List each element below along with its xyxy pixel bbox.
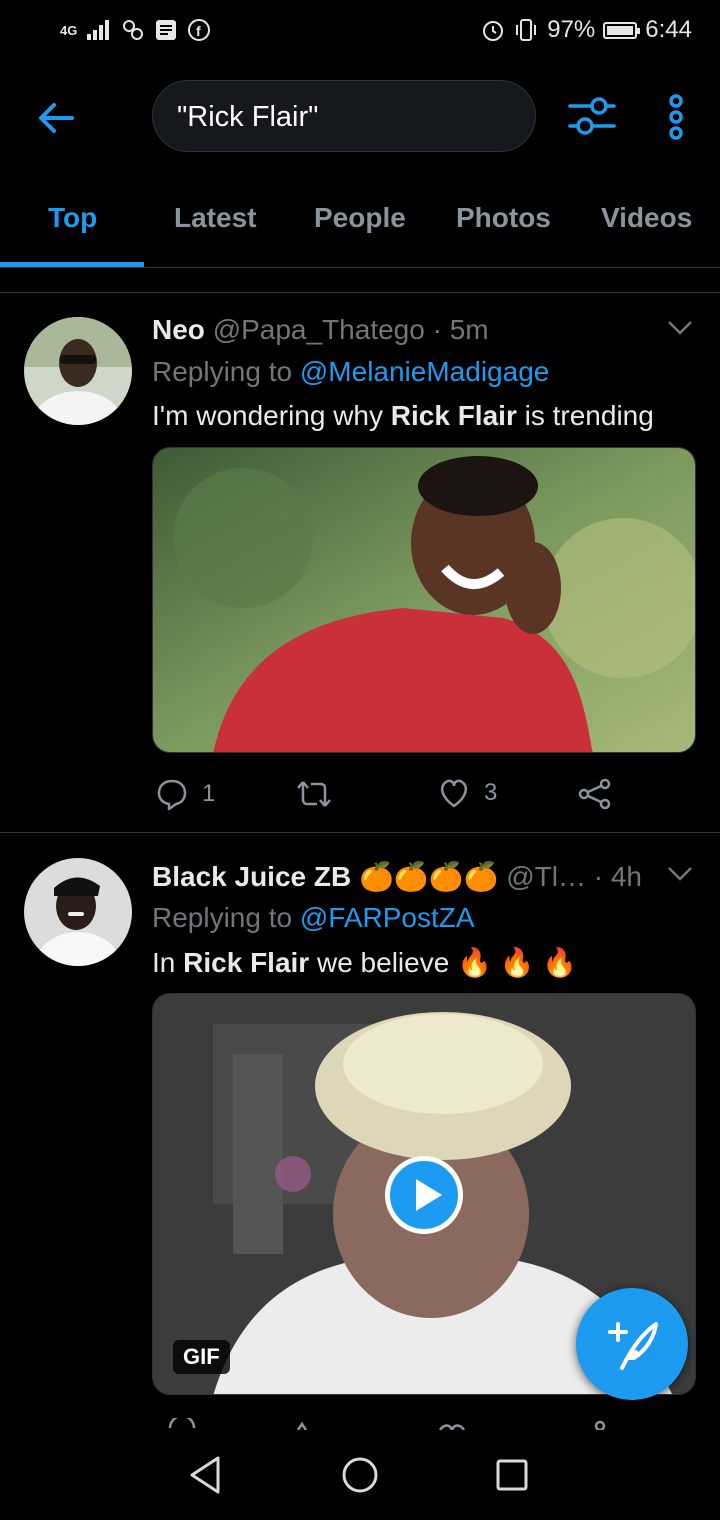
tweet-text-highlight: Rick Flair — [183, 947, 310, 978]
reply-button[interactable]: 1 — [156, 778, 215, 810]
tweet-text-end: is trending — [524, 400, 654, 431]
reply-handle-link[interactable]: @MelanieMadigage — [300, 356, 549, 387]
section-divider — [0, 292, 720, 293]
battery-percent: 97% — [547, 16, 596, 43]
share-icon — [578, 778, 611, 810]
reply-count: 1 — [202, 780, 216, 807]
user-handle[interactable]: @Tl… — [506, 861, 586, 892]
tab-latest[interactable]: Latest — [174, 202, 256, 234]
nav-back-icon[interactable] — [184, 1452, 230, 1498]
system-nav-bar — [0, 1430, 720, 1520]
status-bar: 4G f 97% 6:44 — [0, 0, 720, 60]
compose-tweet-button[interactable] — [576, 1288, 688, 1400]
search-input[interactable] — [177, 99, 507, 135]
gif-badge: GIF — [173, 1340, 230, 1374]
tab-top[interactable]: Top — [48, 202, 97, 234]
chevron-down-icon[interactable] — [666, 864, 694, 884]
like-button[interactable]: 3 — [438, 778, 497, 808]
battery-icon — [603, 21, 641, 39]
search-bar[interactable] — [152, 80, 536, 152]
nav-recents-icon[interactable] — [489, 1452, 535, 1498]
share-button[interactable] — [578, 778, 612, 810]
tweet-text: In Rick Flair we believe 🔥 🔥 🔥 — [152, 946, 577, 979]
chevron-down-icon[interactable] — [666, 318, 694, 338]
network-type: 4G — [60, 22, 78, 38]
app-notification-icon — [123, 20, 144, 40]
tweet-time: 4h — [610, 861, 643, 892]
play-button[interactable] — [385, 1156, 463, 1234]
alarm-icon — [483, 21, 504, 41]
signal-icon — [87, 20, 110, 40]
more-vertical-icon[interactable] — [662, 94, 690, 140]
tab-videos[interactable]: Videos — [601, 202, 692, 234]
replying-to: Replying to @MelanieMadigage — [152, 356, 549, 388]
replying-to: Replying to @FARPostZA — [152, 902, 475, 934]
tweet-divider — [0, 832, 720, 833]
clock: 6:44 — [645, 16, 692, 43]
replying-prefix: Replying to — [152, 902, 293, 933]
back-arrow-icon[interactable] — [34, 96, 78, 140]
vibrate-icon — [516, 19, 537, 41]
retweet-icon — [297, 781, 331, 807]
avatar[interactable] — [24, 858, 132, 966]
tweet-text-highlight: Rick Flair — [390, 400, 517, 431]
compose-tweet-icon — [608, 1322, 658, 1370]
fire-emoji: 🔥 🔥 🔥 — [457, 947, 578, 978]
tab-photos[interactable]: Photos — [456, 202, 551, 234]
replying-prefix: Replying to — [152, 356, 293, 387]
meta-separator: · — [432, 314, 442, 345]
reply-icon — [157, 779, 187, 810]
avatar[interactable] — [24, 317, 132, 425]
display-name[interactable]: Neo — [152, 314, 205, 345]
tweet-text-start: In — [152, 947, 176, 978]
tweet-text-end: we believe — [316, 947, 450, 978]
heart-icon — [440, 779, 468, 808]
search-tabs: Top Latest People Photos Videos — [0, 190, 720, 268]
news-notification-icon — [156, 20, 177, 40]
nav-home-icon[interactable] — [337, 1452, 383, 1498]
tweet-time: 5m — [449, 314, 489, 345]
tweet-text: I'm wondering why Rick Flair is trending — [152, 400, 654, 432]
filter-sliders-icon[interactable] — [568, 94, 616, 138]
facebook-notification-icon: f — [188, 19, 211, 41]
like-count: 3 — [484, 779, 498, 806]
meta-separator: · — [593, 861, 604, 892]
tweet-text-start: I'm wondering why — [152, 400, 383, 431]
tweet-photo[interactable] — [152, 447, 696, 753]
tab-people[interactable]: People — [314, 202, 406, 234]
svg-text:f: f — [196, 23, 201, 39]
reply-handle-link[interactable]: @FARPostZA — [300, 902, 475, 933]
retweet-button[interactable] — [296, 778, 332, 810]
tweet-actions-partial — [150, 1418, 620, 1430]
tabs-divider — [0, 267, 720, 268]
name-emoji: 🍊🍊🍊🍊 — [358, 861, 499, 892]
display-name[interactable]: Black Juice ZB — [152, 861, 351, 892]
user-handle[interactable]: @Papa_Thatego — [213, 314, 425, 345]
